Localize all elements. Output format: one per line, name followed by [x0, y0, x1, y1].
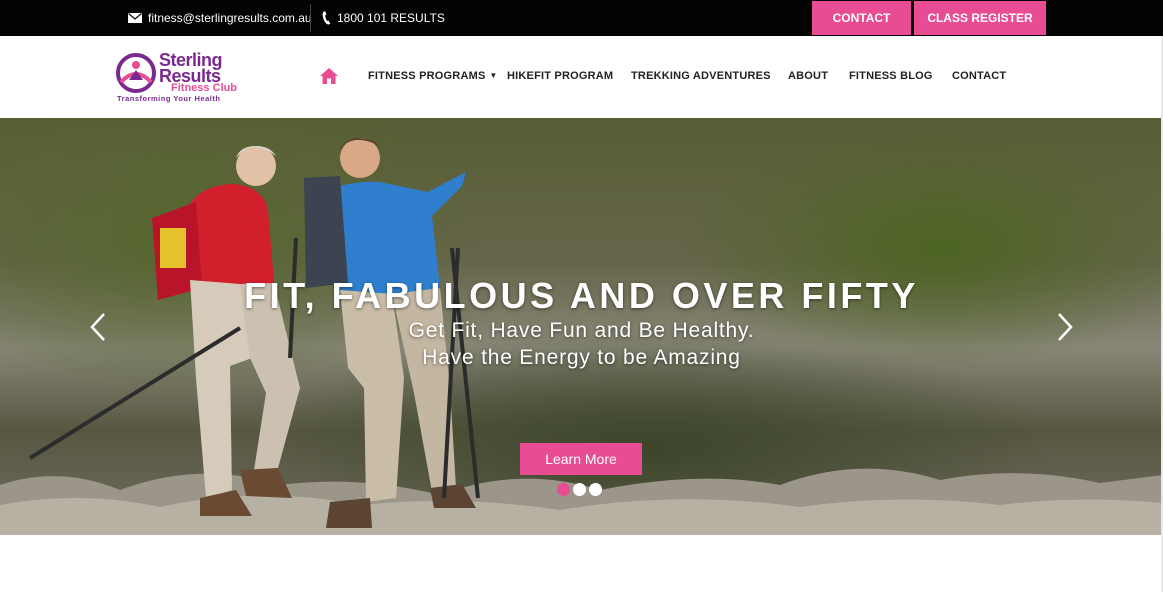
logo-text-line3: Fitness Club [171, 82, 238, 94]
topbar-divider [310, 4, 311, 32]
nav-trekking-adventures[interactable]: TREKKING ADVENTURES [631, 70, 771, 82]
hero-slider: FIT, FABULOUS AND OVER FIFTY Get Fit, Ha… [0, 118, 1163, 535]
slide-dot-2[interactable] [573, 483, 586, 496]
logo-emblem-icon [115, 52, 157, 99]
logo-tagline: Transforming Your Health [117, 94, 221, 103]
nav-fitness-programs[interactable]: FITNESS PROGRAMS ▼ [368, 70, 497, 82]
nav-contact[interactable]: CONTACT [952, 70, 1006, 82]
class-register-button[interactable]: CLASS REGISTER [914, 1, 1046, 35]
top-bar: fitness@sterlingresults.com.au 1800 101 … [0, 0, 1163, 36]
nav-hikefit-program[interactable]: HIKEFIT PROGRAM [507, 70, 613, 82]
nav-fitness-blog[interactable]: FITNESS BLOG [849, 70, 933, 82]
site-header: Sterling Results Fitness Club Transformi… [0, 36, 1163, 118]
envelope-icon [128, 13, 142, 23]
site-logo[interactable]: Sterling Results Fitness Club Transformi… [115, 50, 245, 106]
phone-link[interactable]: 1800 101 RESULTS [322, 0, 445, 36]
nav-label: FITNESS PROGRAMS [368, 70, 486, 82]
hero-title: FIT, FABULOUS AND OVER FIFTY [244, 275, 919, 316]
slide-dot-1[interactable] [557, 483, 570, 496]
home-icon[interactable] [319, 67, 339, 90]
phone-text: 1800 101 RESULTS [337, 11, 445, 25]
chevron-right-icon[interactable] [1055, 311, 1075, 343]
contact-button[interactable]: CONTACT [812, 1, 911, 35]
email-text: fitness@sterlingresults.com.au [148, 11, 312, 25]
slider-pagination [557, 483, 602, 496]
phone-icon [322, 11, 331, 25]
hero-subtitle-line2: Have the Energy to be Amazing [422, 346, 741, 369]
chevron-left-icon[interactable] [88, 311, 108, 343]
chevron-down-icon: ▼ [489, 71, 498, 80]
nav-about[interactable]: ABOUT [788, 70, 828, 82]
slide-dot-3[interactable] [589, 483, 602, 496]
learn-more-button[interactable]: Learn More [520, 443, 642, 475]
email-link[interactable]: fitness@sterlingresults.com.au [128, 0, 312, 36]
hero-subtitle-line1: Get Fit, Have Fun and Be Healthy. [408, 319, 755, 342]
